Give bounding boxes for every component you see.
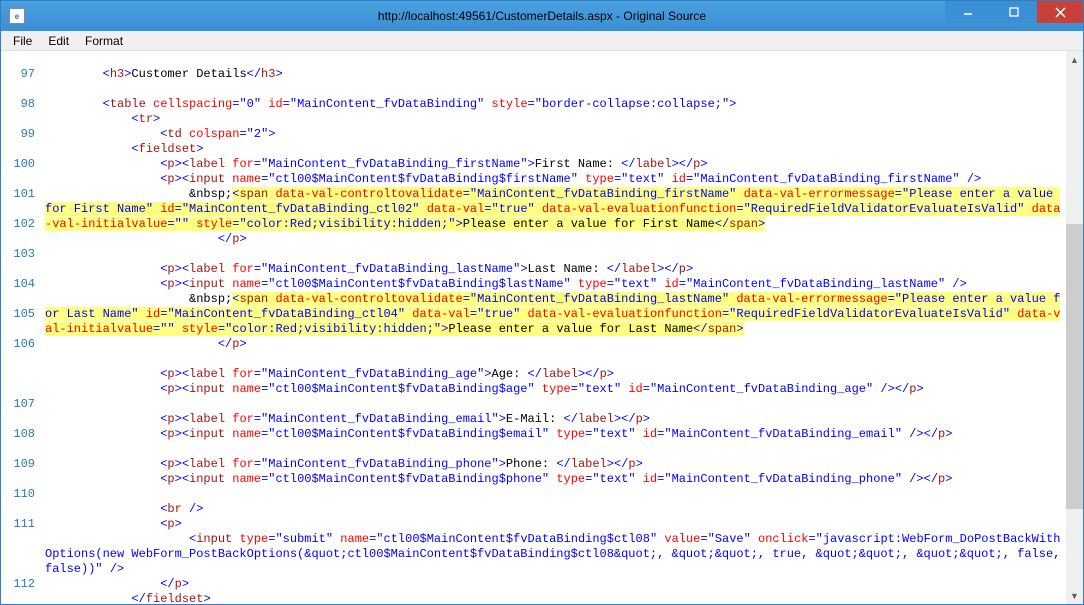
line-number: 112 bbox=[1, 577, 35, 592]
scroll-track[interactable] bbox=[1066, 68, 1083, 587]
line-number: 98 bbox=[1, 97, 35, 112]
content-area: 97 98 99 100 101 102 103 104 105 106 107… bbox=[1, 51, 1083, 604]
code-line[interactable] bbox=[45, 82, 1066, 97]
line-number: 100 bbox=[1, 157, 35, 172]
close-button[interactable] bbox=[1037, 1, 1083, 23]
code-line[interactable]: <p><input name="ctl00$MainContent$fvData… bbox=[45, 427, 1066, 442]
code-line[interactable]: <p><input name="ctl00$MainContent$fvData… bbox=[45, 277, 1066, 292]
code-line[interactable] bbox=[45, 352, 1066, 367]
vertical-scrollbar[interactable]: ▲ ▼ bbox=[1066, 51, 1083, 604]
line-number: 107 bbox=[1, 397, 35, 412]
minimize-button[interactable] bbox=[945, 1, 991, 23]
code-line[interactable]: <p><label for="MainContent_fvDataBinding… bbox=[45, 457, 1066, 472]
code-line[interactable]: <p><label for="MainContent_fvDataBinding… bbox=[45, 157, 1066, 172]
code-line[interactable]: </p> bbox=[45, 337, 1066, 352]
code-line[interactable]: &nbsp;<span data-val-controltovalidate="… bbox=[45, 187, 1066, 232]
code-line[interactable]: <p><input name="ctl00$MainContent$fvData… bbox=[45, 172, 1066, 187]
line-number: 99 bbox=[1, 127, 35, 142]
code-line[interactable]: <fieldset> bbox=[45, 142, 1066, 157]
code-area[interactable]: <h3>Customer Details</h3> <table cellspa… bbox=[41, 51, 1066, 604]
line-number: 110 bbox=[1, 487, 35, 502]
close-icon bbox=[1055, 7, 1066, 18]
menu-edit[interactable]: Edit bbox=[40, 32, 77, 50]
line-number-gutter: 97 98 99 100 101 102 103 104 105 106 107… bbox=[1, 51, 41, 604]
menu-format[interactable]: Format bbox=[77, 32, 131, 50]
code-line[interactable]: <h3>Customer Details</h3> bbox=[45, 67, 1066, 82]
window-title: http://localhost:49561/CustomerDetails.a… bbox=[378, 9, 706, 23]
code-line[interactable]: </fieldset> bbox=[45, 592, 1066, 604]
titlebar[interactable]: e http://localhost:49561/CustomerDetails… bbox=[1, 1, 1083, 31]
code-line[interactable]: </p> bbox=[45, 577, 1066, 592]
minimize-icon bbox=[963, 7, 973, 17]
scroll-thumb[interactable] bbox=[1066, 224, 1083, 509]
code-line[interactable]: &nbsp;<span data-val-controltovalidate="… bbox=[45, 292, 1066, 337]
code-line[interactable] bbox=[45, 247, 1066, 262]
code-line[interactable]: <p><input name="ctl00$MainContent$fvData… bbox=[45, 382, 1066, 397]
code-line[interactable]: <p><label for="MainContent_fvDataBinding… bbox=[45, 367, 1066, 382]
code-line[interactable]: <p> bbox=[45, 517, 1066, 532]
code-line[interactable]: <td colspan="2"> bbox=[45, 127, 1066, 142]
code-line[interactable]: <input type="submit" name="ctl00$MainCon… bbox=[45, 532, 1066, 577]
menu-file[interactable]: File bbox=[5, 32, 40, 50]
maximize-button[interactable] bbox=[991, 1, 1037, 23]
scroll-up-arrow-icon[interactable]: ▲ bbox=[1066, 51, 1083, 68]
line-number: 104 bbox=[1, 277, 35, 292]
line-number: 108 bbox=[1, 427, 35, 442]
code-line[interactable]: <table cellspacing="0" id="MainContent_f… bbox=[45, 97, 1066, 112]
app-icon: e bbox=[9, 8, 25, 24]
scroll-down-arrow-icon[interactable]: ▼ bbox=[1066, 587, 1083, 604]
code-line[interactable]: <br /> bbox=[45, 502, 1066, 517]
maximize-icon bbox=[1009, 7, 1019, 17]
line-number: 102 bbox=[1, 217, 35, 232]
line-number: 97 bbox=[1, 67, 35, 82]
line-number: 101 bbox=[1, 187, 35, 202]
code-line[interactable]: <tr> bbox=[45, 112, 1066, 127]
line-number: 109 bbox=[1, 457, 35, 472]
menubar: File Edit Format bbox=[1, 31, 1083, 51]
code-line[interactable]: </p> bbox=[45, 232, 1066, 247]
code-line[interactable]: <p><label for="MainContent_fvDataBinding… bbox=[45, 412, 1066, 427]
line-number: 105 bbox=[1, 307, 35, 322]
code-line[interactable]: <p><input name="ctl00$MainContent$fvData… bbox=[45, 472, 1066, 487]
line-number: 106 bbox=[1, 337, 35, 382]
line-number: 111 bbox=[1, 517, 35, 562]
source-viewer-window: e http://localhost:49561/CustomerDetails… bbox=[0, 0, 1084, 605]
code-line[interactable] bbox=[45, 487, 1066, 502]
code-line[interactable] bbox=[45, 442, 1066, 457]
window-buttons bbox=[945, 1, 1083, 31]
code-line[interactable] bbox=[45, 52, 1066, 67]
code-line[interactable] bbox=[45, 397, 1066, 412]
line-number: 103 bbox=[1, 247, 35, 262]
code-line[interactable]: <p><label for="MainContent_fvDataBinding… bbox=[45, 262, 1066, 277]
